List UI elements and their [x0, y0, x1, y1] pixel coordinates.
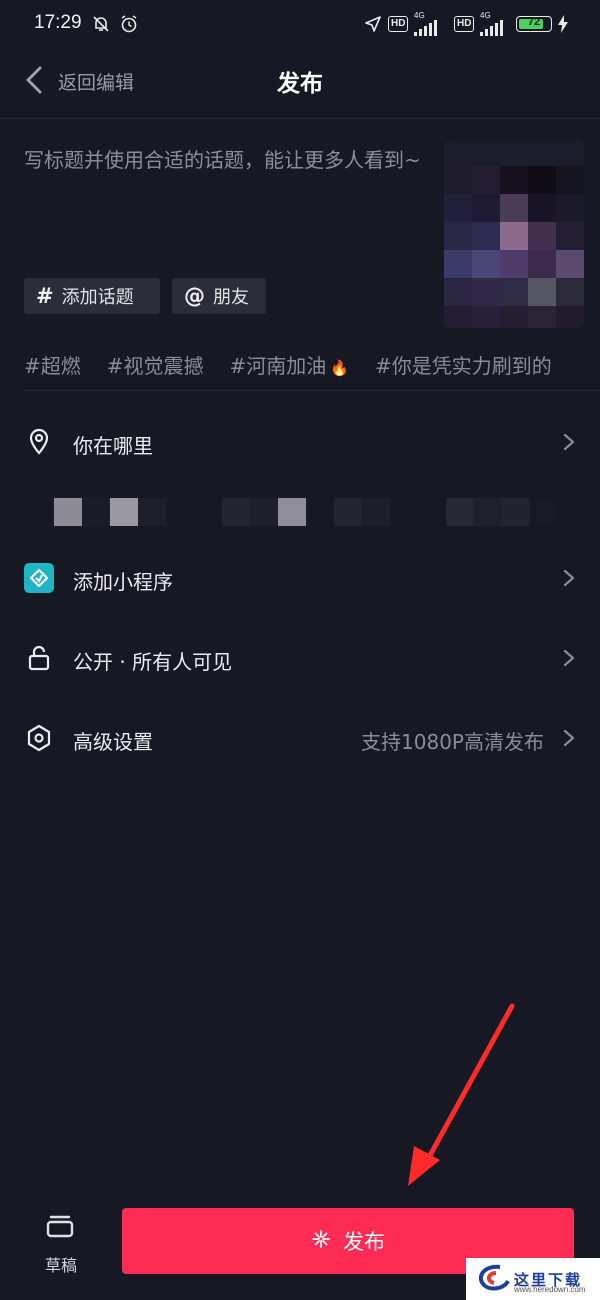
mini-program-label: 添加小程序	[73, 570, 173, 594]
privacy-label: 公开 · 所有人可见	[73, 650, 233, 674]
hd-badge-2: HD	[454, 14, 475, 34]
hashtag-suggestion[interactable]: #你是凭实力刷到的	[375, 350, 552, 380]
caption-input[interactable]: 写标题并使用合适的话题，能让更多人看到~	[24, 146, 424, 174]
hd-badge: HD	[388, 14, 409, 34]
watermark-logo-icon	[478, 1264, 510, 1291]
page-title: 发布	[277, 71, 323, 97]
location-icon	[362, 14, 384, 34]
header-divider	[0, 118, 600, 119]
advanced-settings-row[interactable]: 高级设置 支持1080P高清发布	[0, 708, 600, 768]
sparkle-icon	[311, 1229, 331, 1254]
watermark-url: www.heredown.com	[514, 1285, 586, 1294]
draft-box-icon	[46, 1215, 74, 1238]
chevron-right-icon	[562, 648, 576, 668]
hashtag-suggestion[interactable]: #超燃	[24, 350, 81, 380]
mini-program-row[interactable]: 添加小程序	[0, 548, 600, 608]
hashtag-suggestion[interactable]: #视觉震撼	[107, 350, 204, 380]
at-icon: @	[184, 284, 205, 308]
mini-program-icon	[24, 563, 54, 593]
hashtag-suggestion[interactable]: #河南加油 🔥	[230, 350, 349, 380]
location-row[interactable]: 你在哪里	[0, 412, 600, 472]
status-time: 17:29	[34, 12, 82, 33]
battery-icon: 72	[516, 14, 552, 34]
unlock-icon	[24, 643, 54, 673]
chevron-right-icon	[562, 568, 576, 588]
chevron-right-icon	[562, 728, 576, 748]
annotation-arrow	[400, 1000, 520, 1190]
signal-icon: 4G	[414, 12, 437, 36]
charging-icon	[556, 14, 570, 34]
location-label: 你在哪里	[73, 434, 153, 458]
video-cover-thumbnail[interactable]	[444, 140, 584, 328]
advanced-settings-label: 高级设置	[73, 730, 153, 754]
location-pin-icon	[24, 427, 54, 457]
hashtag-icon: #	[36, 284, 54, 308]
flame-icon: 🔥	[330, 359, 349, 377]
chevron-right-icon	[562, 432, 576, 452]
draft-label: 草稿	[44, 1256, 77, 1275]
hexagon-settings-icon	[24, 723, 54, 753]
add-topic-button[interactable]: # 添加话题	[24, 278, 160, 314]
privacy-row[interactable]: 公开 · 所有人可见	[0, 628, 600, 688]
section-divider	[24, 390, 600, 391]
status-bar: 17:29 HD 4G HD 4G 72	[0, 0, 600, 50]
hashtag-suggestions: #超燃 #视觉震撼 #河南加油 🔥 #你是凭实力刷到的	[24, 350, 552, 380]
mention-friend-button[interactable]: @ 朋友	[172, 278, 266, 314]
add-topic-label: 添加话题	[61, 287, 134, 308]
alarm-icon	[118, 14, 140, 34]
location-suggestions-blurred[interactable]	[54, 498, 558, 526]
signal-icon-2: 4G	[480, 12, 503, 36]
mute-bell-icon	[90, 14, 112, 34]
mention-friend-label: 朋友	[213, 287, 249, 308]
advanced-settings-value: 支持1080P高清发布	[361, 730, 544, 754]
publish-label: 发布	[343, 1230, 385, 1254]
site-watermark: 这里下载 www.heredown.com	[466, 1258, 600, 1300]
